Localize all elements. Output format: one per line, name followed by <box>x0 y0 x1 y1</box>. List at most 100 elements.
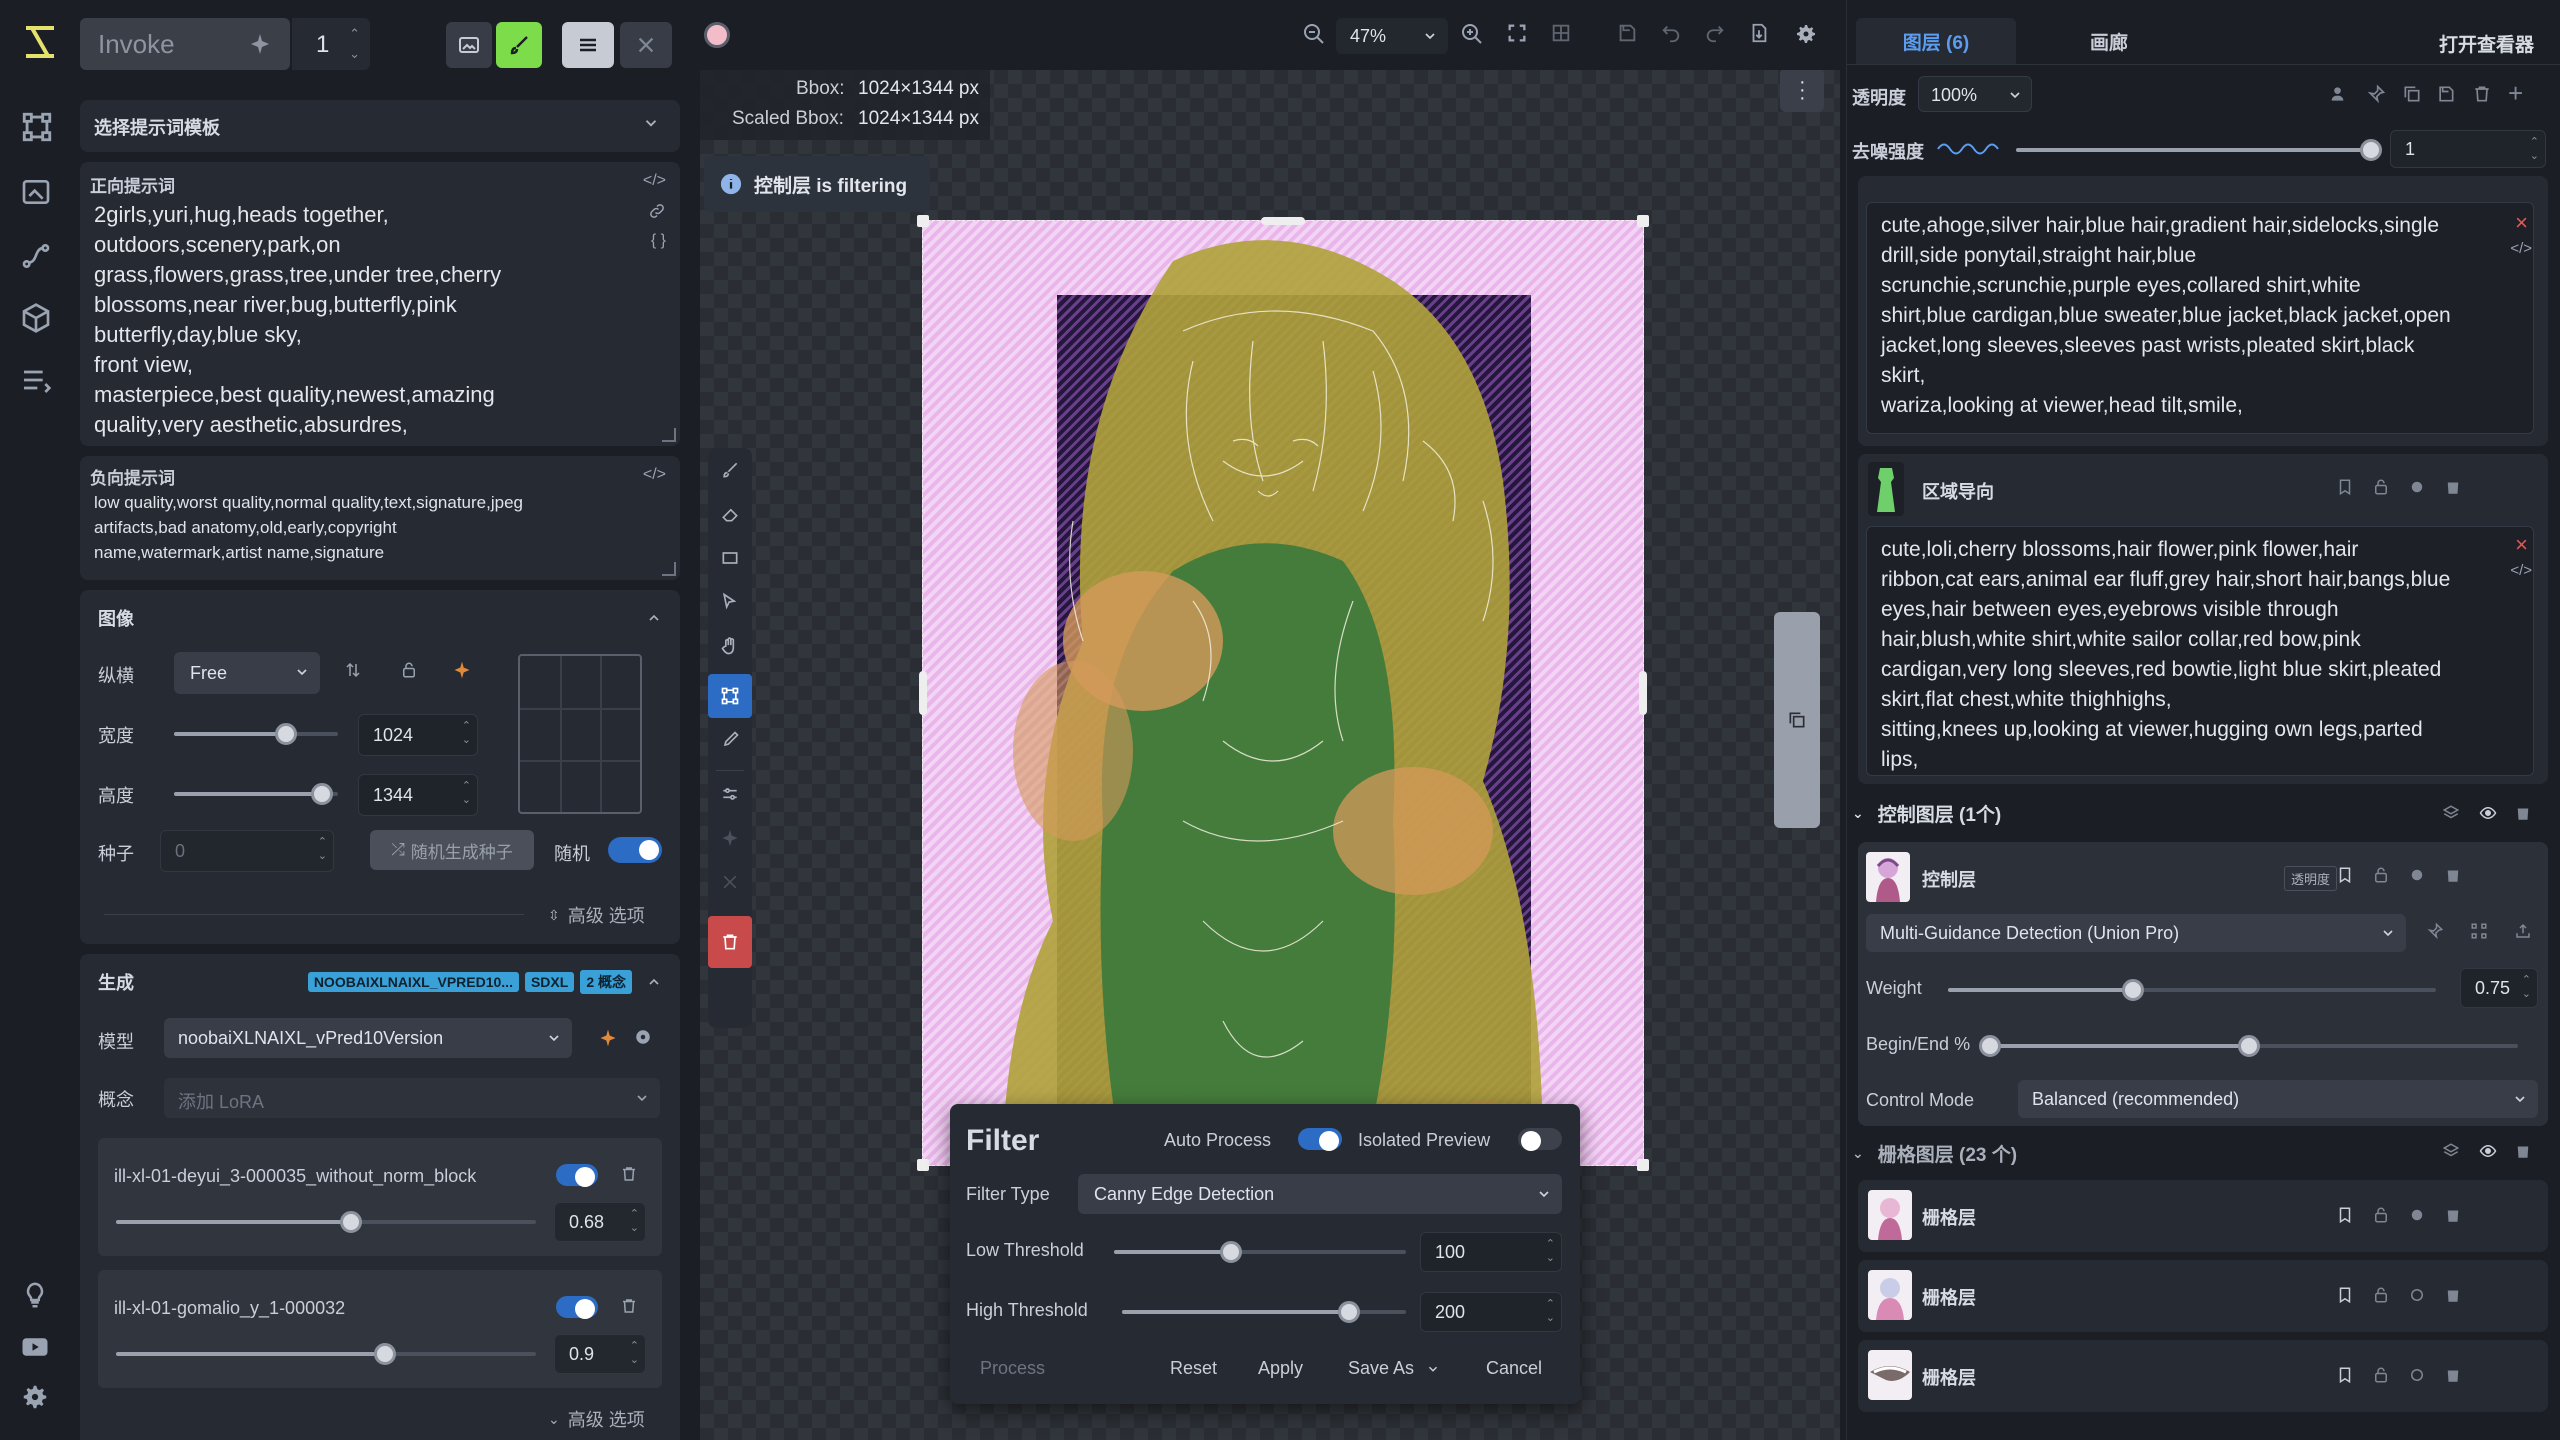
trash-icon[interactable] <box>620 1164 638 1184</box>
trash-icon[interactable] <box>2472 84 2494 106</box>
settings-icon[interactable] <box>20 1382 60 1422</box>
weight-slider[interactable] <box>1948 979 2436 1001</box>
lock-icon[interactable] <box>2372 1206 2394 1228</box>
panel-divider[interactable] <box>688 0 696 1440</box>
fit-icon[interactable] <box>1506 22 1532 48</box>
eyedropper-tool-icon[interactable] <box>720 730 740 750</box>
bulb-icon[interactable] <box>20 1280 60 1320</box>
lora-enable-toggle[interactable] <box>556 1164 598 1187</box>
brush-tool-icon[interactable] <box>720 460 740 480</box>
seed-input[interactable]: 0 ⌃ ⌄ <box>160 830 334 872</box>
auto-process-toggle[interactable] <box>1298 1128 1342 1151</box>
save-icon[interactable] <box>1616 22 1642 48</box>
visibility-dot-icon[interactable] <box>2408 478 2430 500</box>
generation-section-header[interactable]: 生成 NOOBAIXLNAIXL_VPRED10... SDXL 2 概念 <box>80 954 680 1010</box>
grid-icon[interactable] <box>1550 22 1576 48</box>
trash-icon[interactable] <box>620 1296 638 1316</box>
bbox-handle[interactable] <box>1637 1159 1649 1171</box>
lora-weight-slider[interactable] <box>116 1343 536 1365</box>
code-icon[interactable]: </> <box>2510 240 2532 257</box>
width-input[interactable]: 1024 ⌃ ⌄ <box>358 714 478 756</box>
bbox-handle[interactable] <box>1637 215 1649 227</box>
random-seed-button[interactable]: ⤮ 随机生成种子 <box>370 830 534 870</box>
aspect-select[interactable]: Free <box>174 652 320 694</box>
reset-button[interactable]: Reset <box>1170 1358 1217 1379</box>
raster-layer-row[interactable]: 栅格层 <box>1858 1340 2548 1412</box>
lock-icon[interactable] <box>400 660 418 680</box>
control-group-header[interactable]: ⌄ 控制图层 (1个) <box>1852 800 2001 827</box>
upload-icon[interactable] <box>2514 922 2536 944</box>
prompt-template-select[interactable]: 选择提示词模板 <box>80 100 680 152</box>
canvas-icon[interactable] <box>20 176 60 216</box>
invoke-logo-icon[interactable] <box>20 22 60 62</box>
high-threshold-slider[interactable] <box>1122 1301 1406 1323</box>
queue-icon[interactable] <box>20 364 60 404</box>
negative-prompt-box[interactable]: 负向提示词 low quality,worst quality,normal q… <box>80 456 680 580</box>
bookmark-icon[interactable] <box>2336 478 2358 500</box>
transform-icon[interactable] <box>2470 922 2492 944</box>
code-icon[interactable]: </> <box>643 466 666 484</box>
redo-icon[interactable] <box>1704 22 1730 48</box>
zoom-out-icon[interactable] <box>1302 22 1328 48</box>
gear-icon[interactable] <box>634 1028 652 1046</box>
low-threshold-slider[interactable] <box>1114 1241 1406 1263</box>
random-seed-toggle[interactable] <box>608 837 662 863</box>
opacity-select[interactable]: 100% <box>1918 76 2032 112</box>
lora-weight-input[interactable]: 0.68 ⌃ ⌄ <box>554 1202 646 1242</box>
transform-tool-button[interactable] <box>708 674 752 718</box>
raster-group-header[interactable]: ⌄ 栅格图层 (23 个) <box>1852 1140 2017 1167</box>
open-viewer-button[interactable]: 打开查看器 <box>2439 30 2534 57</box>
eye-icon[interactable] <box>2478 804 2500 826</box>
batch-spin-icon[interactable]: ⌃ ⌄ <box>349 24 360 64</box>
bounding-box[interactable] <box>917 215 1649 1171</box>
begin-end-slider[interactable] <box>1979 1035 2518 1057</box>
sparkle-icon[interactable] <box>452 660 472 680</box>
layers-icon[interactable] <box>2402 84 2424 106</box>
export-icon[interactable] <box>1748 22 1774 48</box>
bbox-handle[interactable] <box>1261 217 1305 225</box>
apply-button[interactable]: Apply <box>1258 1358 1303 1379</box>
lora-weight-input[interactable]: 0.9 ⌃ ⌄ <box>554 1334 646 1374</box>
region-prompt-text[interactable]: cute,loli,cherry blossoms,hair flower,pi… <box>1866 526 2534 776</box>
sparkle-icon[interactable] <box>720 828 740 848</box>
canvas-more-button[interactable]: · · · <box>1780 68 1824 112</box>
hidden-circle-icon[interactable] <box>2408 1286 2430 1308</box>
hand-tool-icon[interactable] <box>720 636 740 656</box>
generation-advanced-toggle[interactable]: ⌄ 高级 选项 <box>548 1406 645 1432</box>
sparkle-icon[interactable] <box>598 1028 618 1048</box>
lock-icon[interactable] <box>2372 1366 2394 1388</box>
region-prompt-text[interactable]: cute,ahoge,silver hair,blue hair,gradien… <box>1866 202 2534 434</box>
eraser-tool-icon[interactable] <box>720 504 740 524</box>
trash-icon[interactable] <box>2444 478 2466 500</box>
image-advanced-toggle[interactable]: ⇳ 高级 选项 <box>548 902 645 928</box>
negative-prompt-text[interactable]: low quality,worst quality,normal quality… <box>94 490 634 565</box>
menu-button[interactable] <box>562 22 614 68</box>
image-section-header[interactable]: 图像 <box>80 590 680 646</box>
users-icon[interactable] <box>2330 84 2352 106</box>
bbox-handle[interactable] <box>917 215 929 227</box>
lock-icon[interactable] <box>2372 866 2394 888</box>
hidden-circle-icon[interactable] <box>2408 1366 2430 1388</box>
pin-icon[interactable] <box>2366 84 2388 106</box>
trash-icon[interactable] <box>2444 1366 2466 1388</box>
nodes-icon[interactable] <box>20 240 60 280</box>
denoise-input[interactable]: 1 ⌃ ⌄ <box>2390 130 2546 168</box>
height-input[interactable]: 1344 ⌃ ⌄ <box>358 774 478 816</box>
bookmark-icon[interactable] <box>2336 1286 2358 1308</box>
control-mode-select[interactable]: Balanced (recommended) <box>2018 1080 2538 1118</box>
zoom-select[interactable]: 47% <box>1336 18 1448 54</box>
adjust-icon[interactable] <box>720 784 740 804</box>
move-tool-icon[interactable] <box>720 592 740 612</box>
filter-type-select[interactable]: Canny Edge Detection <box>1078 1174 1562 1214</box>
delete-layer-button[interactable] <box>708 916 752 968</box>
trash-icon[interactable] <box>2444 1206 2466 1228</box>
bookmark-icon[interactable] <box>2336 1206 2358 1228</box>
brush-mode-button[interactable] <box>496 22 542 68</box>
weight-input[interactable]: 0.75 ⌃ ⌄ <box>2460 968 2538 1008</box>
height-slider[interactable] <box>174 783 338 805</box>
lock-icon[interactable] <box>2372 478 2394 500</box>
low-threshold-input[interactable]: 100 ⌃ ⌄ <box>1420 1232 1562 1272</box>
trash-icon[interactable] <box>2514 804 2536 826</box>
code-icon[interactable]: </> <box>643 172 666 190</box>
bookmark-icon[interactable] <box>2336 866 2358 888</box>
